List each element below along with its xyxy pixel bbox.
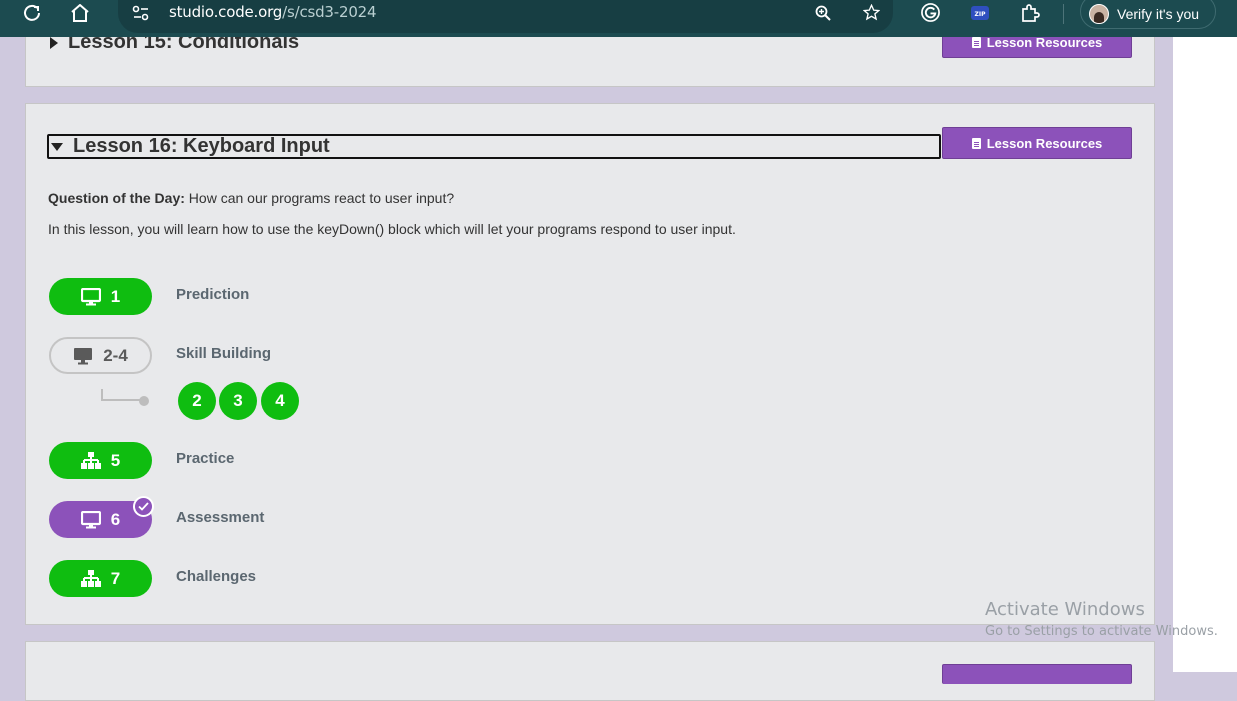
lesson-17-resources-button[interactable] [942,664,1132,684]
reload-icon[interactable] [22,0,42,25]
activity-label-5[interactable]: Practice [176,450,234,467]
extensions-puzzle-icon[interactable] [1019,0,1041,25]
lesson-description: In this lesson, you will learn how to us… [48,221,736,237]
toolbar-separator [1063,4,1064,24]
site-settings-icon[interactable] [131,0,151,25]
bookmark-star-icon[interactable] [861,0,881,25]
hierarchy-icon [80,569,101,588]
zip-extension-icon[interactable]: ZIP [969,0,991,25]
activity-bubble-5[interactable]: 5 [49,442,152,479]
zoom-icon[interactable] [813,0,833,25]
question-label: Question of the Day: [48,190,185,206]
monitor-icon [80,287,101,306]
url-path: /s/csd3-2024 [282,3,377,21]
activity-number: 2-4 [103,345,128,365]
activity-label-1[interactable]: Prediction [176,286,249,303]
activity-label-7[interactable]: Challenges [176,568,256,585]
page-right-margin [1173,0,1237,672]
sub-level-bubble-2[interactable]: 2 [178,382,216,420]
activity-label-2-4[interactable]: Skill Building [176,345,271,362]
activity-label-6[interactable]: Assessment [176,509,264,526]
url-text[interactable]: studio.code.org/s/csd3-2024 [169,3,377,21]
lesson-16-resources-button[interactable]: Lesson Resources [942,127,1132,159]
expand-arrow-icon [50,36,58,49]
hierarchy-icon [80,451,101,470]
document-icon [971,36,981,48]
monitor-icon [73,347,93,365]
lesson-panel-16 [25,103,1155,625]
profile-label: Verify it's you [1117,5,1200,22]
activity-bubble-1[interactable]: 1 [49,278,152,315]
activity-bubble-7[interactable]: 7 [49,560,152,597]
question-of-the-day: Question of the Day: How can our program… [48,190,454,206]
resources-label: Lesson Resources [986,135,1103,151]
activate-windows-title: Activate Windows [985,599,1145,620]
home-icon[interactable] [69,0,91,25]
connector-dot [139,396,149,406]
sub-level-bubble-4[interactable]: 4 [261,382,299,420]
url-host: studio.code.org [169,3,283,21]
activity-number: 6 [110,509,121,529]
svg-text:ZIP: ZIP [975,11,987,18]
collapse-arrow-icon [51,142,63,151]
avatar [1089,3,1109,24]
browser-toolbar: studio.code.org/s/csd3-2024 ZIP Verify i… [0,0,1237,37]
lesson-16-title: Lesson 16: Keyboard Input [73,135,330,157]
question-text: How can our programs react to user input… [184,190,455,206]
profile-button[interactable]: Verify it's you [1080,0,1216,29]
checkmark-icon [133,496,154,517]
sub-level-bubble-3[interactable]: 3 [219,382,257,420]
activate-windows-subtitle: Go to Settings to activate Windows. [985,624,1218,639]
document-icon [971,137,981,149]
activity-number: 7 [110,568,121,588]
activity-number: 5 [110,450,121,470]
activity-bubble-2-4[interactable]: 2-4 [49,337,152,374]
activity-number: 1 [110,286,121,306]
lesson-16-header[interactable]: Lesson 16: Keyboard Input [47,134,941,159]
monitor-icon [80,510,101,529]
grammarly-icon[interactable] [919,0,941,25]
